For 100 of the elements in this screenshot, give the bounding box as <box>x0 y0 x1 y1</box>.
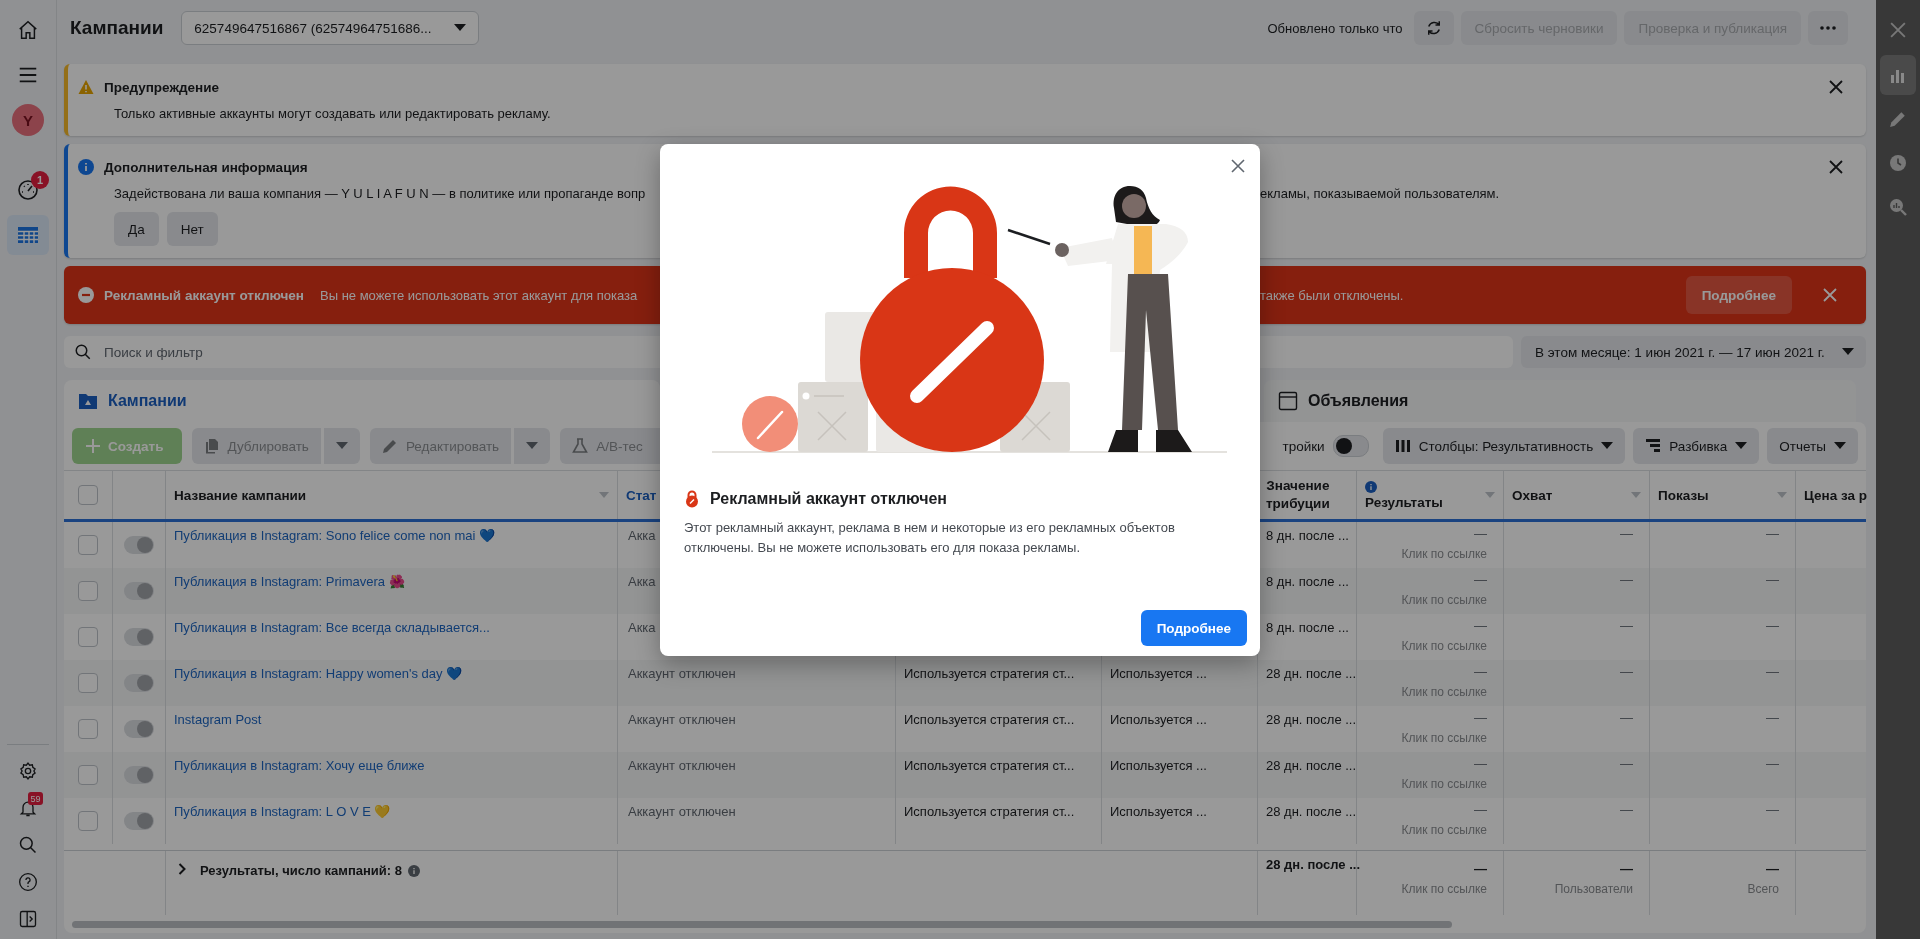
window-icon <box>1278 391 1298 411</box>
table-cell: — <box>1620 802 1633 817</box>
campaign-toggle[interactable] <box>124 766 154 784</box>
avatar[interactable]: Y <box>12 104 44 136</box>
table-cell: — <box>1766 756 1779 771</box>
account-dropdown[interactable]: 625749647516867 (62574964751686... <box>181 11 480 45</box>
table-cell: — <box>1766 802 1779 817</box>
table-cell: Клик по ссылке <box>1401 731 1487 745</box>
padlock-icon <box>684 490 700 508</box>
horizontal-scrollbar[interactable] <box>72 921 1452 928</box>
table-cell: 28 дн. после ... <box>1266 666 1357 681</box>
banner-title: Рекламный аккаунт отключен <box>104 287 304 303</box>
more-button[interactable] <box>1808 11 1848 45</box>
table-cell: 28 дн. после ... <box>1266 712 1357 727</box>
gauge-button[interactable]: 1 <box>7 170 49 210</box>
setting-label: тройки <box>1282 438 1325 454</box>
row-checkbox[interactable] <box>78 535 98 555</box>
campaign-name-link[interactable]: Публикация в Instagram: Happy women's day 💙 <box>174 666 463 681</box>
campaign-toggle[interactable] <box>124 812 154 830</box>
yes-button[interactable]: Да <box>114 212 159 246</box>
clock-icon <box>1889 154 1907 172</box>
table-cell: Используется стратегия ст... <box>904 804 1075 819</box>
close-icon <box>1890 22 1906 38</box>
dialog-message: Этот рекламный аккаунт, реклама в нем и некоторые из его рекламных объектов отключены. Вы не можете использовать его для показа рекламы. <box>684 519 1176 557</box>
caret-icon <box>1842 348 1854 356</box>
row-checkbox[interactable] <box>78 811 98 831</box>
dropdown-button[interactable] <box>514 428 551 464</box>
no-button[interactable]: Нет <box>166 212 218 246</box>
refresh-button[interactable] <box>1413 11 1454 45</box>
dropdown-button[interactable] <box>323 428 360 464</box>
flask-icon <box>572 438 589 454</box>
column-header: Охват <box>1512 487 1553 503</box>
table-cell: 28 дн. после ... <box>1266 758 1357 773</box>
sort-icon <box>1485 492 1495 498</box>
table-cell: Аккаунт отключен <box>628 758 736 773</box>
column-header: Название кампании <box>174 487 307 503</box>
campaign-name-link[interactable]: Публикация в Instagram: Все всегда складывается... <box>174 620 490 635</box>
table-cell: Акка <box>628 620 656 635</box>
banner-text: также были отключены. <box>1260 287 1404 303</box>
table-cell: Всего <box>1747 882 1779 896</box>
table-cell: — <box>1474 526 1487 541</box>
campaign-name-link[interactable]: Instagram Post <box>174 712 262 727</box>
caret-icon <box>454 24 467 32</box>
columns-dropdown[interactable]: Столбцы: Результативность <box>1382 428 1626 464</box>
caret-icon <box>1834 442 1846 450</box>
table-cell: 8 дн. после ... <box>1266 620 1349 635</box>
table-cell: — <box>1620 526 1633 541</box>
banner-text: Вы не можете использовать этот аккаунт для показа <box>320 287 638 303</box>
search-icon <box>18 835 38 855</box>
table-cell: 28 дн. после ... <box>1266 804 1357 819</box>
campaign-name-link[interactable]: Публикация в Instagram: Primavera 🌺 <box>174 574 405 589</box>
table-cell: — <box>1766 710 1779 725</box>
row-checkbox[interactable] <box>78 673 98 693</box>
table-cell: Аккаунт отключен <box>628 666 736 681</box>
campaign-name-link[interactable]: Публикация в Instagram: L O V E 💛 <box>174 804 391 819</box>
campaign-toggle[interactable] <box>124 628 154 646</box>
table-cell: Клик по ссылке <box>1401 823 1487 837</box>
details-button[interactable]: Подробнее <box>1685 276 1792 314</box>
campaign-toggle[interactable] <box>124 674 154 692</box>
table-cell: Клик по ссылке <box>1401 593 1487 607</box>
folder-icon <box>78 391 98 411</box>
magnifier-chart-icon <box>1889 198 1907 216</box>
select-all-checkbox[interactable] <box>78 485 98 505</box>
close-icon <box>1231 159 1245 173</box>
table-cell: — <box>1766 618 1779 633</box>
reports-dropdown[interactable]: Отчеты <box>1767 428 1858 464</box>
table-cell: — <box>1620 618 1633 633</box>
table-cell: — <box>1474 664 1487 679</box>
table-cell: Клик по ссылке <box>1401 882 1487 896</box>
details-button[interactable]: Подробнее <box>1140 610 1247 646</box>
chart-button[interactable] <box>1880 55 1916 95</box>
campaigns-tab[interactable]: Кампании <box>64 380 660 422</box>
table-cell: — <box>1766 526 1779 541</box>
row-checkbox[interactable] <box>78 719 98 739</box>
breakdown-dropdown[interactable]: Разбивка <box>1633 428 1760 464</box>
notifications-button[interactable]: 59 <box>7 790 49 826</box>
campaign-toggle[interactable] <box>124 536 154 554</box>
row-checkbox[interactable] <box>78 581 98 601</box>
campaign-name-link[interactable]: Публикация в Instagram: Хочу еще ближе <box>174 758 425 773</box>
campaign-name-link[interactable]: Публикация в Instagram: Sono felice come non mai 💙 <box>174 528 495 543</box>
table-cell: — <box>1620 664 1633 679</box>
warning-icon <box>78 79 94 95</box>
table-button[interactable] <box>7 215 49 255</box>
setting-toggle[interactable] <box>1332 435 1369 457</box>
column-header: Показы <box>1658 487 1709 503</box>
table-cell: Аккаунт отключен <box>628 804 736 819</box>
chevron-icon <box>178 863 186 875</box>
sort-icon <box>1777 492 1787 498</box>
table-cell: Используется ... <box>1110 712 1207 727</box>
table-cell: Клик по ссылке <box>1401 639 1487 653</box>
row-checkbox[interactable] <box>78 765 98 785</box>
table-cell: — <box>1474 572 1487 587</box>
row-checkbox[interactable] <box>78 627 98 647</box>
campaign-toggle[interactable] <box>124 582 154 600</box>
table-cell: Акка <box>628 528 656 543</box>
home-icon <box>17 19 39 41</box>
table-cell: Используется ... <box>1110 758 1207 773</box>
table-cell: — <box>1766 664 1779 679</box>
date-range-dropdown[interactable]: В этом месяце: 1 июн 2021 г. — 17 июн 2021 г. <box>1521 336 1866 368</box>
campaign-toggle[interactable] <box>124 720 154 738</box>
